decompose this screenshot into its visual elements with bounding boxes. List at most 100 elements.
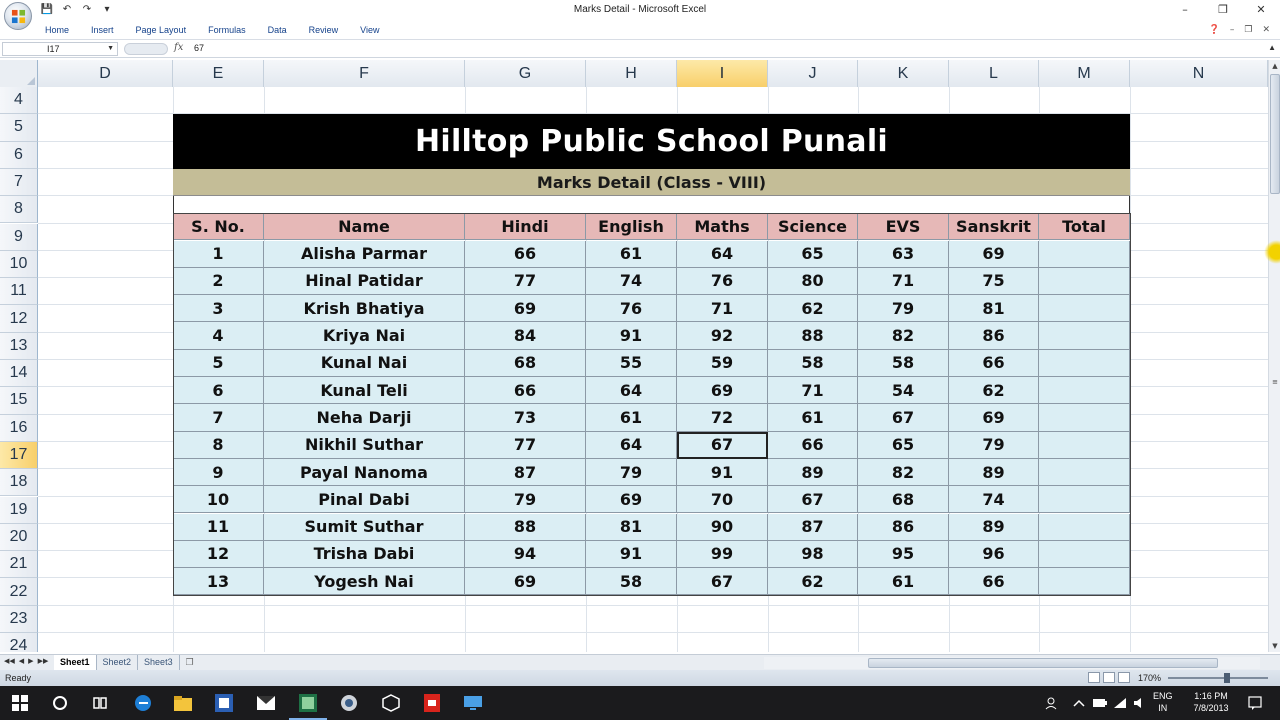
student-name-cell[interactable]: Neha Darji	[264, 404, 465, 432]
zoom-level[interactable]: 170%	[1138, 673, 1161, 683]
network-icon[interactable]	[1109, 692, 1131, 714]
total-cell[interactable]	[1039, 568, 1130, 596]
student-name-cell[interactable]: Pinal Dabi	[264, 486, 465, 514]
column-header-m[interactable]: M	[1039, 60, 1130, 87]
marks-cell[interactable]: 94	[465, 540, 586, 569]
marks-cell[interactable]: 65	[858, 431, 949, 459]
scroll-split-icon[interactable]: ≡	[1269, 376, 1280, 388]
school-title-banner[interactable]: Hilltop Public School Punali	[173, 114, 1130, 169]
total-cell[interactable]	[1039, 240, 1130, 268]
marks-cell[interactable]: 61	[768, 404, 858, 432]
restore-icon[interactable]: ❐	[1204, 0, 1242, 20]
row-header-15[interactable]: 15	[0, 387, 38, 415]
marks-cell[interactable]: 64	[586, 431, 677, 459]
insert-sheet-icon[interactable]: ❐	[180, 655, 200, 670]
column-header-l[interactable]: L	[949, 60, 1039, 87]
marks-cell[interactable]: 7	[173, 404, 264, 432]
remote-desktop-icon[interactable]	[462, 692, 484, 714]
marks-cell[interactable]: 63	[858, 240, 949, 268]
word-app-icon[interactable]	[213, 692, 235, 714]
office-button[interactable]	[4, 2, 32, 30]
student-name-cell[interactable]: Kunal Nai	[264, 349, 465, 377]
marks-cell[interactable]: 66	[465, 377, 586, 405]
marks-cell[interactable]: 87	[465, 458, 586, 487]
vertical-scrollbar[interactable]: ▲ ≡ ▼	[1268, 60, 1280, 652]
vertical-scroll-thumb[interactable]	[1270, 74, 1280, 194]
marks-cell[interactable]: 62	[768, 295, 858, 323]
total-cell[interactable]	[1039, 513, 1130, 541]
tab-page-layout[interactable]: Page Layout	[136, 25, 187, 35]
total-cell[interactable]	[1039, 267, 1130, 296]
row-header-13[interactable]: 13	[0, 332, 38, 360]
marks-cell[interactable]: 11	[173, 513, 264, 541]
student-name-cell[interactable]: Yogesh Nai	[264, 568, 465, 596]
header-cell-maths[interactable]: Maths	[677, 213, 768, 241]
edge-browser-icon[interactable]	[132, 692, 154, 714]
sheet-tab-sheet2[interactable]: Sheet2	[97, 655, 139, 670]
row-header-10[interactable]: 10	[0, 250, 38, 279]
blank-spacer-row[interactable]	[173, 196, 1130, 214]
header-cell-science[interactable]: Science	[768, 213, 858, 241]
student-name-cell[interactable]: Nikhil Suthar	[264, 431, 465, 459]
marks-cell[interactable]: 81	[949, 295, 1039, 323]
marks-cell[interactable]: 77	[465, 431, 586, 459]
marks-cell[interactable]: 61	[586, 240, 677, 268]
marks-cell[interactable]: 91	[586, 322, 677, 350]
marks-cell[interactable]: 91	[677, 458, 768, 487]
total-cell[interactable]	[1039, 404, 1130, 432]
marks-cell[interactable]: 80	[768, 267, 858, 296]
marks-cell[interactable]: 92	[677, 322, 768, 350]
marks-cell[interactable]: 64	[586, 377, 677, 405]
mail-app-icon[interactable]	[255, 692, 277, 714]
student-name-cell[interactable]: Payal Nanoma	[264, 458, 465, 487]
marks-cell[interactable]: 96	[949, 540, 1039, 569]
cube-app-icon[interactable]	[380, 692, 402, 714]
header-cell-total[interactable]: Total	[1039, 213, 1130, 241]
marks-cell[interactable]: 62	[768, 568, 858, 596]
row-header-23[interactable]: 23	[0, 605, 38, 633]
marks-cell[interactable]: 70	[677, 486, 768, 514]
marks-cell[interactable]: 59	[677, 349, 768, 377]
marks-cell[interactable]: 87	[768, 513, 858, 541]
marks-cell[interactable]: 58	[768, 349, 858, 377]
student-name-cell[interactable]: Krish Bhatiya	[264, 295, 465, 323]
marks-detail-subtitle[interactable]: Marks Detail (Class - VIII)	[173, 168, 1130, 197]
sheet-tab-sheet1[interactable]: Sheet1	[54, 655, 97, 670]
row-header-24[interactable]: 24	[0, 633, 38, 652]
column-header-j[interactable]: J	[768, 60, 858, 87]
scroll-down-icon[interactable]: ▼	[1269, 640, 1280, 652]
help-icon[interactable]: ❓	[1209, 25, 1220, 35]
marks-cell[interactable]: 66	[768, 431, 858, 459]
total-cell[interactable]	[1039, 295, 1130, 323]
marks-cell[interactable]: 77	[465, 267, 586, 296]
chevron-down-icon[interactable]: ▼	[107, 43, 114, 55]
tab-insert[interactable]: Insert	[91, 25, 114, 35]
doc-restore-icon[interactable]: ❐	[1244, 25, 1252, 35]
marks-cell[interactable]: 88	[768, 322, 858, 350]
marks-cell[interactable]: 68	[465, 349, 586, 377]
marks-cell[interactable]: 67	[858, 404, 949, 432]
formula-input[interactable]: 67	[194, 43, 204, 53]
marks-cell[interactable]: 69	[586, 486, 677, 514]
total-cell[interactable]	[1039, 540, 1130, 569]
total-cell[interactable]	[1039, 349, 1130, 377]
marks-cell[interactable]: 86	[949, 322, 1039, 350]
marks-cell[interactable]: 81	[586, 513, 677, 541]
tab-data[interactable]: Data	[268, 25, 287, 35]
row-header-21[interactable]: 21	[0, 551, 38, 579]
column-header-d[interactable]: D	[38, 60, 173, 87]
marks-cell[interactable]: 79	[586, 458, 677, 487]
total-cell[interactable]	[1039, 322, 1130, 350]
marks-cell[interactable]: 86	[858, 513, 949, 541]
marks-cell[interactable]: 1	[173, 240, 264, 268]
student-name-cell[interactable]: Trisha Dabi	[264, 540, 465, 569]
marks-cell[interactable]: 95	[858, 540, 949, 569]
marks-cell[interactable]: 89	[949, 458, 1039, 487]
marks-cell[interactable]: 71	[768, 377, 858, 405]
acrobat-app-icon[interactable]	[421, 692, 443, 714]
page-layout-view-icon[interactable]	[1103, 672, 1115, 683]
marks-cell[interactable]: 2	[173, 267, 264, 296]
marks-cell[interactable]: 12	[173, 540, 264, 569]
marks-cell[interactable]: 82	[858, 322, 949, 350]
column-header-f[interactable]: F	[264, 60, 465, 87]
